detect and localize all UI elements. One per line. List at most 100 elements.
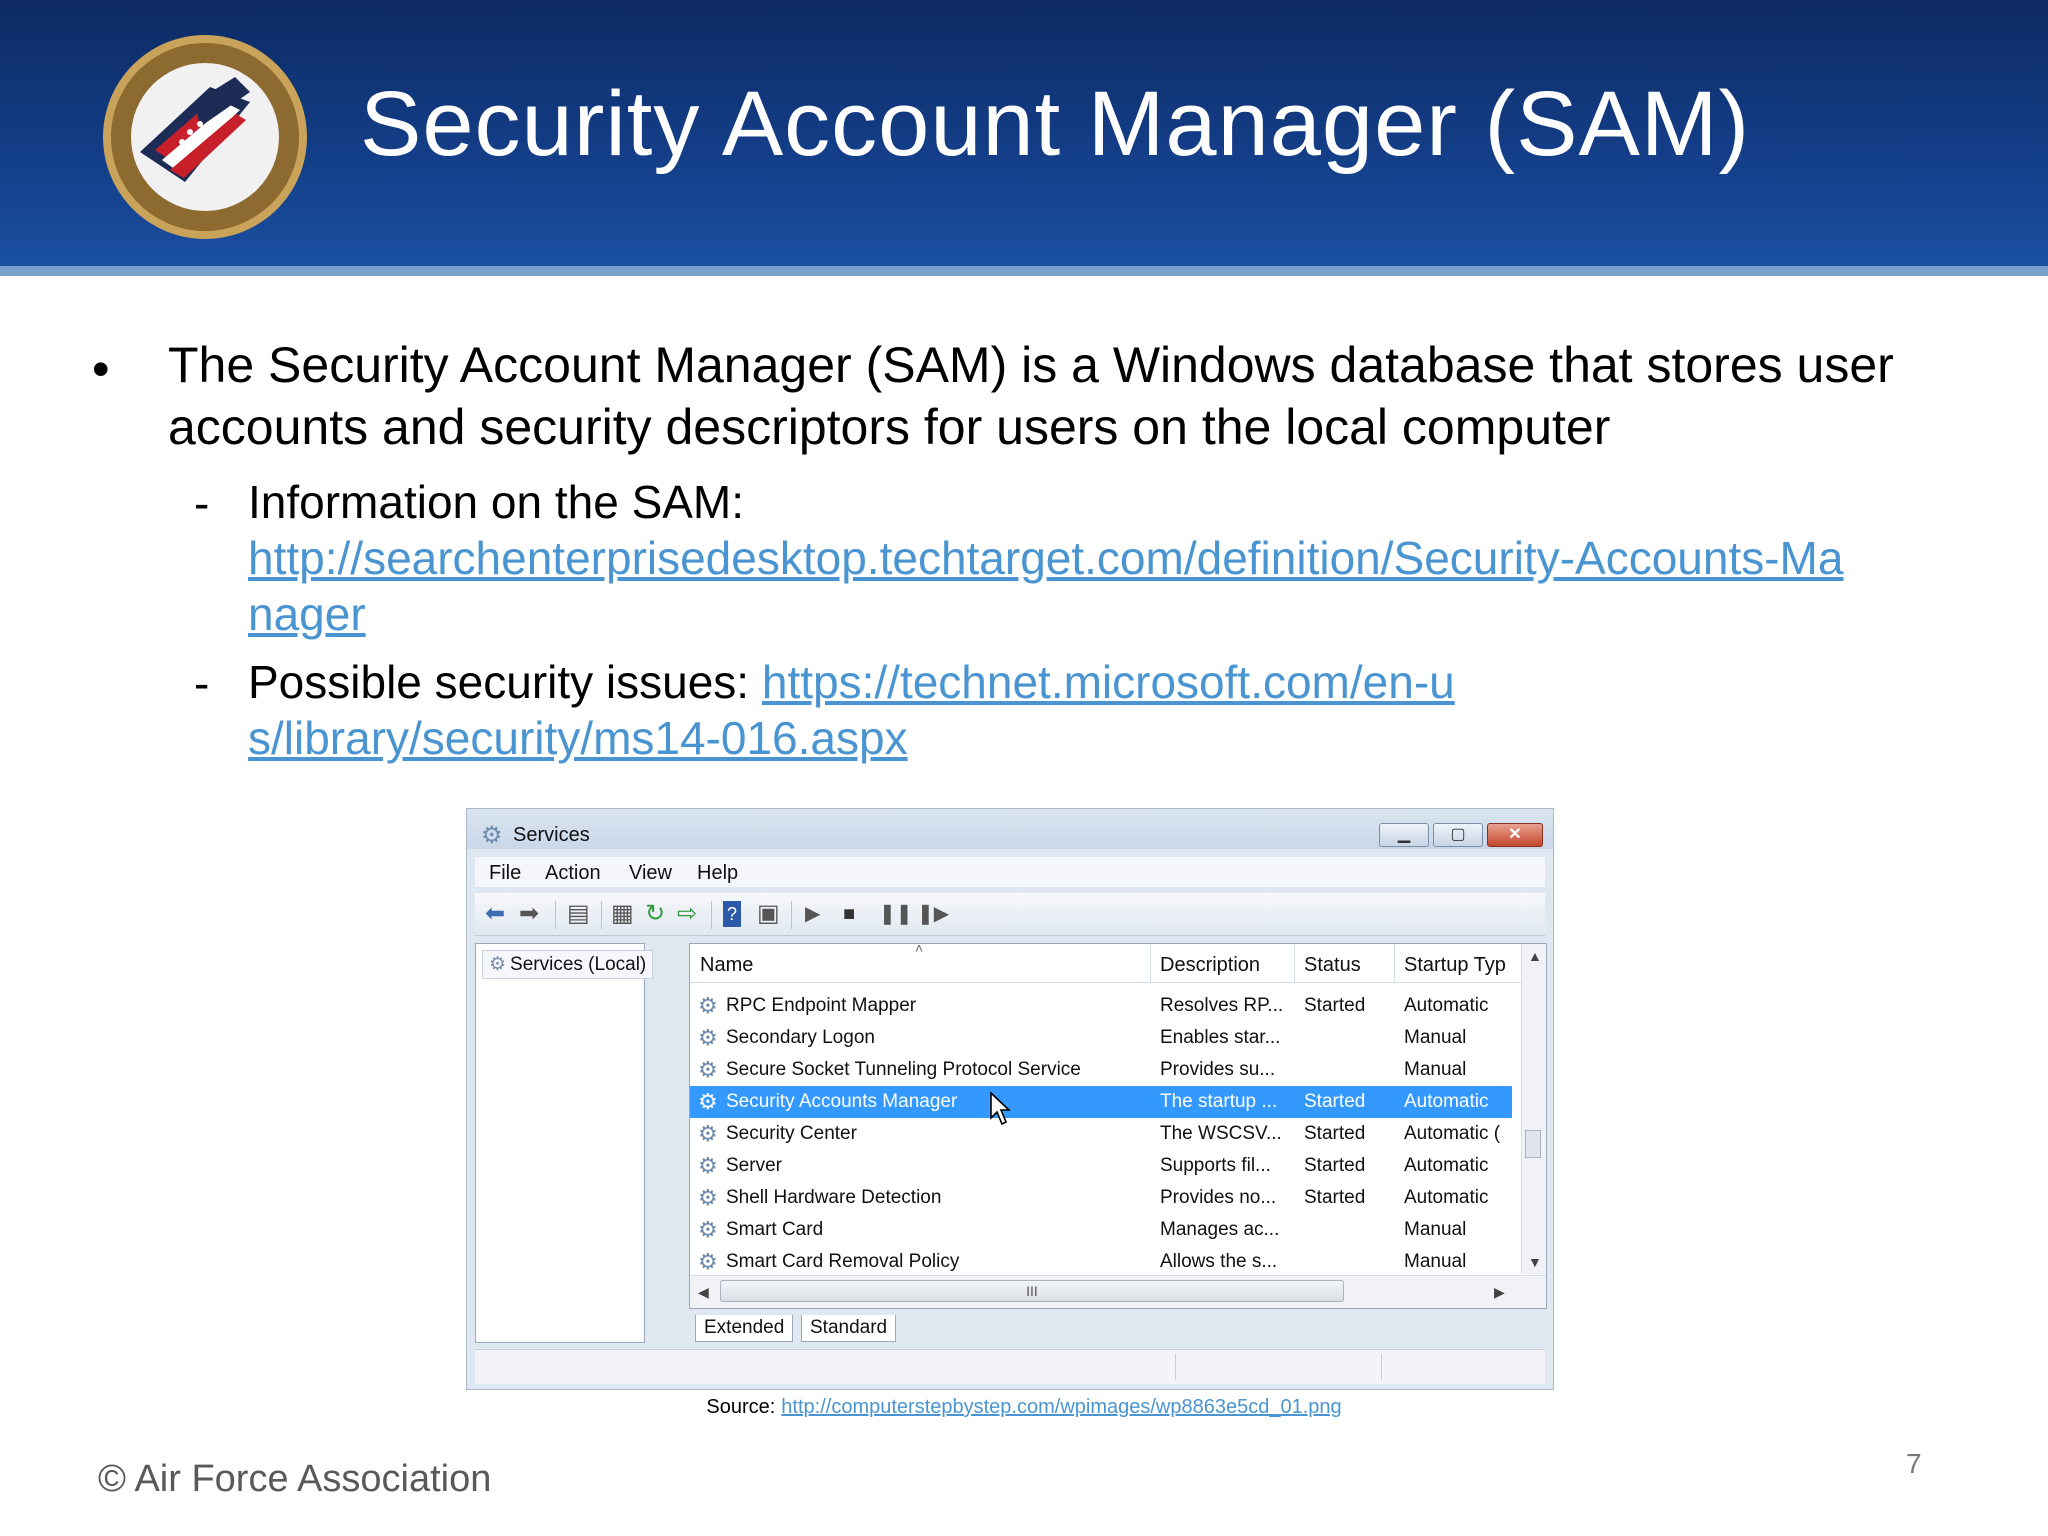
header-divider xyxy=(0,266,2048,276)
slide-title: Security Account Manager (SAM) xyxy=(360,73,1751,175)
horizontal-scroll-thumb[interactable]: III xyxy=(720,1280,1344,1302)
tab-extended[interactable]: Extended xyxy=(695,1315,794,1342)
pause-icon[interactable]: ❚❚ xyxy=(879,901,913,927)
back-arrow-icon[interactable]: ⬅ xyxy=(485,901,505,927)
play-icon[interactable]: ▶ xyxy=(805,901,820,927)
maximize-button[interactable]: ▢ xyxy=(1433,823,1483,847)
properties-icon[interactable]: ▦ xyxy=(611,901,634,927)
sort-indicator-icon: ˄ xyxy=(915,943,924,956)
service-row[interactable]: ⚙ RPC Endpoint Mapper Resolves RP... Sta… xyxy=(690,990,1512,1022)
column-header: ˄ Name Description Status Startup Typ xyxy=(690,944,1546,983)
service-startup: Automatic ( xyxy=(1404,1123,1501,1144)
service-status: Started xyxy=(1304,1123,1366,1144)
scroll-left-icon[interactable]: ◀ xyxy=(698,1284,709,1301)
show-hide-pane-icon[interactable]: ▣ xyxy=(757,901,780,927)
service-row[interactable]: ⚙ Secondary Logon Enables star... Manual xyxy=(690,1022,1512,1054)
service-status: Started xyxy=(1304,1091,1366,1112)
menu-file[interactable]: File xyxy=(489,862,521,885)
close-button[interactable]: ✕ xyxy=(1487,823,1543,847)
service-row-selected[interactable]: ⚙ Security Accounts Manager The startup … xyxy=(690,1086,1512,1118)
service-row[interactable]: ⚙ Smart Card Manages ac... Manual xyxy=(690,1214,1512,1246)
scroll-right-icon[interactable]: ▶ xyxy=(1494,1284,1505,1301)
services-list: ˄ Name Description Status Startup Typ ⚙ … xyxy=(689,943,1547,1309)
sam-info-link[interactable]: http://searchenterprisedesktop.techtarge… xyxy=(248,530,1868,642)
gear-icon: ⚙ xyxy=(698,993,718,1018)
gear-icon: ⚙ xyxy=(698,1153,718,1178)
sub-bullet-dash: - xyxy=(194,477,210,529)
source-link[interactable]: http://computerstepbystep.com/wpimages/w… xyxy=(781,1396,1341,1418)
restart-icon[interactable]: ❚▶ xyxy=(917,901,949,927)
column-description[interactable]: Description xyxy=(1160,954,1260,977)
gear-icon: ⚙ xyxy=(698,1121,718,1146)
stop-icon[interactable]: ■ xyxy=(843,901,855,927)
service-name: RPC Endpoint Mapper xyxy=(726,995,917,1016)
scroll-down-icon[interactable]: ▼ xyxy=(1528,1254,1542,1270)
service-row[interactable]: ⚙ Shell Hardware Detection Provides no..… xyxy=(690,1182,1512,1214)
service-name: Smart Card xyxy=(726,1219,824,1240)
horizontal-scrollbar[interactable]: ◀ III ▶ xyxy=(690,1275,1546,1308)
service-name: Security Center xyxy=(726,1123,857,1144)
service-startup: Manual xyxy=(1404,1251,1467,1272)
service-row[interactable]: ⚙ Secure Socket Tunneling Protocol Servi… xyxy=(690,1054,1512,1086)
scroll-up-icon[interactable]: ▲ xyxy=(1528,948,1542,964)
menu-view[interactable]: View xyxy=(629,862,672,885)
window-title: Services xyxy=(513,824,590,846)
menu-help[interactable]: Help xyxy=(697,862,738,885)
service-startup: Manual xyxy=(1404,1059,1467,1080)
service-startup: Automatic xyxy=(1404,995,1489,1016)
tree-item-services-local[interactable]: ⚙ Services (Local) xyxy=(482,950,654,979)
view-tabs: Extended Standard xyxy=(689,1309,1547,1343)
column-status[interactable]: Status xyxy=(1304,954,1361,977)
sub-bullet-dash: - xyxy=(194,657,210,709)
service-startup: Automatic xyxy=(1404,1187,1489,1208)
toolbar-separator xyxy=(555,901,556,929)
gear-icon: ⚙ xyxy=(698,1025,718,1050)
toolbar-separator xyxy=(601,901,602,929)
console-tree-icon[interactable]: ▤ xyxy=(567,901,590,927)
gear-icon: ⚙ xyxy=(698,1089,718,1114)
status-divider xyxy=(1381,1354,1382,1380)
minimize-button[interactable]: ▁ xyxy=(1379,823,1429,847)
service-description: Allows the s... xyxy=(1160,1251,1278,1272)
vertical-scrollbar[interactable]: ▲ ▼ xyxy=(1521,944,1546,1274)
gear-icon: ⚙ xyxy=(481,822,503,849)
status-divider xyxy=(1175,1354,1176,1380)
help-icon[interactable]: ? xyxy=(723,901,742,927)
bullet-marker: • xyxy=(92,341,110,397)
column-divider xyxy=(1394,944,1395,982)
service-name: Secure Socket Tunneling Protocol Service xyxy=(726,1059,1081,1080)
export-list-icon[interactable]: ⇨ xyxy=(677,901,697,927)
service-startup: Manual xyxy=(1404,1027,1467,1048)
image-source: Source: http://computerstepbystep.com/wpi… xyxy=(0,1396,2048,1419)
source-label: Source: xyxy=(706,1396,776,1418)
forward-arrow-icon[interactable]: ➡ xyxy=(519,901,539,927)
service-status: Started xyxy=(1304,995,1366,1016)
page-number: 7 xyxy=(1906,1448,1922,1479)
vertical-scroll-thumb[interactable] xyxy=(1525,1130,1541,1158)
service-row[interactable]: ⚙ Server Supports fil... Started Automat… xyxy=(690,1150,1512,1182)
service-description: Manages ac... xyxy=(1160,1219,1280,1240)
menu-bar: File Action View Help xyxy=(475,857,1545,887)
column-divider xyxy=(1150,944,1151,982)
tab-standard[interactable]: Standard xyxy=(801,1315,897,1342)
service-row[interactable]: ⚙ Smart Card Removal Policy Allows the s… xyxy=(690,1246,1512,1278)
service-name: Server xyxy=(726,1155,782,1176)
column-startup-type[interactable]: Startup Typ xyxy=(1404,954,1506,977)
service-startup: Manual xyxy=(1404,1219,1467,1240)
service-row[interactable]: ⚙ Security Center The WSCSV... Started A… xyxy=(690,1118,1512,1150)
gear-icon: ⚙ xyxy=(698,1249,718,1274)
console-tree: ⚙ Services (Local) xyxy=(475,943,654,1343)
service-name: Security Accounts Manager xyxy=(726,1091,958,1112)
copyright-footer: © Air Force Association xyxy=(98,1458,492,1500)
sub-bullet-security-issues: Possible security issues: https://techne… xyxy=(248,654,1488,766)
service-description: Supports fil... xyxy=(1160,1155,1271,1176)
status-bar xyxy=(475,1349,1545,1384)
menu-action[interactable]: Action xyxy=(545,862,601,885)
toolbar-separator xyxy=(711,901,712,929)
mouse-cursor-icon xyxy=(990,1092,1012,1126)
column-name[interactable]: Name xyxy=(700,954,753,977)
refresh-icon[interactable]: ↻ xyxy=(645,901,665,927)
service-startup: Automatic xyxy=(1404,1091,1489,1112)
bullet-text: The Security Account Manager (SAM) is a … xyxy=(168,337,1894,455)
service-description: Provides su... xyxy=(1160,1059,1276,1080)
